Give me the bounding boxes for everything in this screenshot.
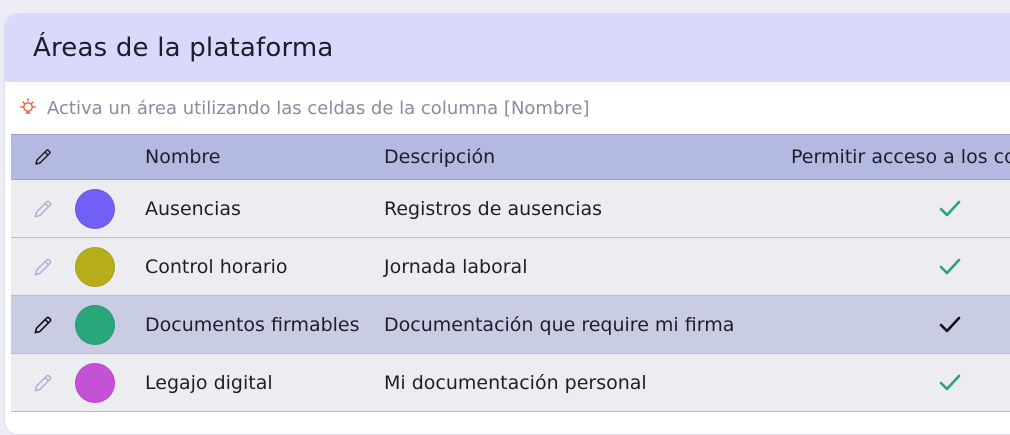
color-cell [75, 362, 145, 403]
edit-button[interactable] [11, 313, 75, 337]
access-cell[interactable] [791, 257, 1010, 277]
check-icon [939, 315, 961, 335]
table-row[interactable]: Legajo digital Mi documentación personal [11, 354, 1010, 412]
area-description-cell: Documentación que require mi firma [384, 313, 735, 336]
color-cell [75, 188, 145, 229]
column-header-description[interactable]: Descripción [384, 146, 791, 168]
table-row[interactable]: Ausencias Registros de ausencias [11, 180, 1010, 238]
hint-bar: Activa un área utilizando las celdas de … [5, 82, 1010, 134]
pencil-icon [31, 255, 55, 279]
pencil-icon [31, 371, 55, 395]
check-icon [939, 373, 961, 393]
areas-table: Nombre Descripción Permitir acceso a los… [11, 134, 1010, 412]
panel-title: Áreas de la plataforma [33, 33, 334, 63]
edit-button[interactable] [11, 371, 75, 395]
area-description-cell: Registros de ausencias [384, 197, 603, 220]
edit-button[interactable] [11, 255, 75, 279]
column-header-access[interactable]: Permitir acceso a los co [791, 146, 1010, 168]
hint-text: Activa un área utilizando las celdas de … [47, 97, 590, 119]
pencil-icon [31, 197, 55, 221]
color-cell [75, 304, 145, 345]
area-name-cell[interactable]: Documentos firmables [145, 314, 384, 336]
check-icon [939, 257, 961, 277]
table-row-selected[interactable]: Documentos firmables Documentación que r… [11, 296, 1010, 354]
lightbulb-icon [17, 97, 39, 119]
color-cell [75, 246, 145, 287]
area-name-cell[interactable]: Legajo digital [145, 372, 384, 394]
edit-button[interactable] [11, 197, 75, 221]
area-description-cell: Jornada laboral [384, 255, 528, 278]
edit-column-header[interactable] [11, 146, 75, 168]
pencil-icon [32, 146, 54, 168]
column-header-name[interactable]: Nombre [145, 146, 384, 168]
check-icon [939, 199, 961, 219]
pencil-icon [31, 313, 55, 337]
color-dot [75, 188, 115, 229]
access-cell[interactable] [791, 199, 1010, 219]
panel-header: Áreas de la plataforma [5, 14, 1010, 82]
color-dot [75, 362, 115, 403]
area-description-cell: Mi documentación personal [384, 371, 647, 394]
area-name-cell[interactable]: Ausencias [145, 198, 384, 220]
table-row[interactable]: Control horario Jornada laboral [11, 238, 1010, 296]
color-dot [75, 246, 115, 287]
access-cell[interactable] [791, 373, 1010, 393]
table-header-row: Nombre Descripción Permitir acceso a los… [11, 134, 1010, 180]
area-name-cell[interactable]: Control horario [145, 256, 384, 278]
access-cell[interactable] [791, 315, 1010, 335]
color-dot [75, 304, 115, 345]
